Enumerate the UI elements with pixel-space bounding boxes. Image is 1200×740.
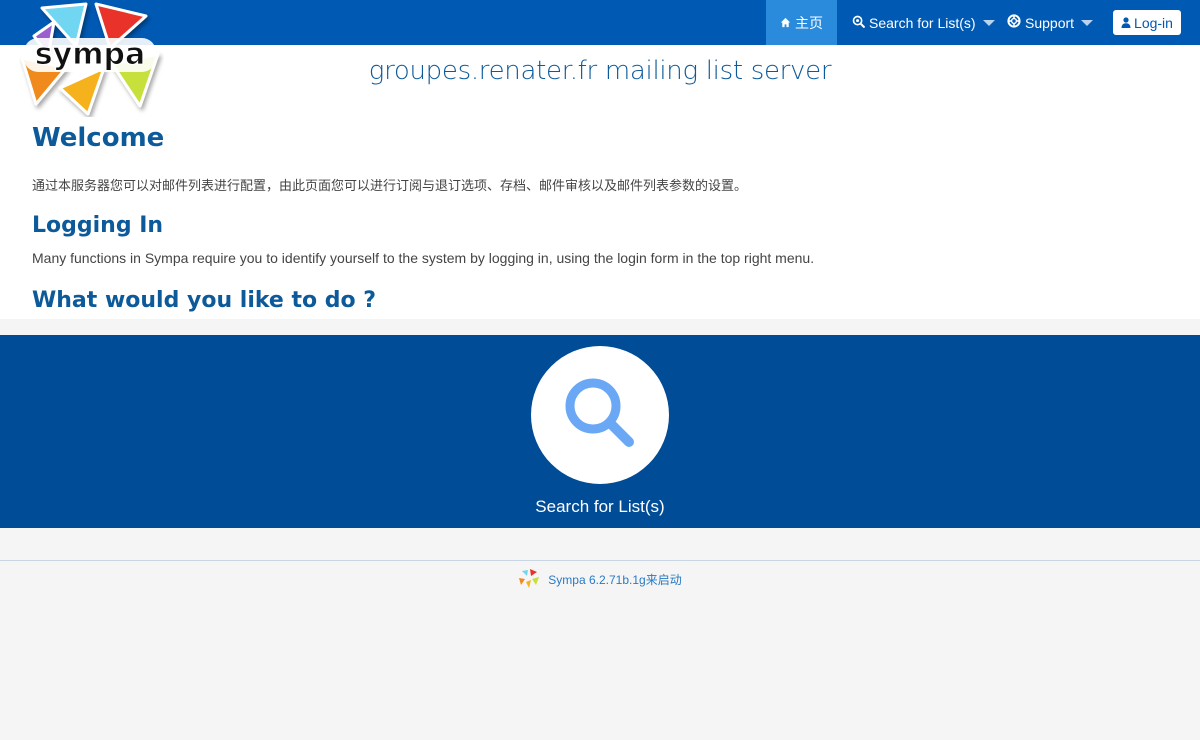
search-lists-action-button[interactable] [531,346,669,484]
logging-in-heading: Logging In [32,213,164,238]
search-icon [560,373,640,458]
login-button-label: Log-in [1134,14,1173,31]
site-title: groupes.renater.fr mailing list server [368,56,832,86]
welcome-heading: Welcome [32,123,165,153]
login-button[interactable]: Log-in [1113,10,1181,35]
nav-search-label: Search for List(s) [869,14,976,31]
chevron-down-icon [1081,19,1094,26]
footer-divider [0,560,1200,561]
what-to-do-heading: What would you like to do ? [32,288,377,313]
action-band: Search for List(s) [0,335,1200,528]
logo-wordmark: sympa [35,37,145,72]
search-lists-action-label[interactable]: Search for List(s) [0,497,1200,517]
top-navbar: 主页 Search for List(s) Support Log-in [0,0,1200,45]
sympa-small-logo-icon [518,568,540,590]
welcome-text: 通过本服务器您可以对邮件列表进行配置，由此页面您可以进行订阅与退订选项、存档、邮… [32,178,748,193]
nav-search-menu[interactable]: Search for List(s) [852,0,995,45]
home-icon [780,15,791,31]
main-content: groupes.renater.fr mailing list server W… [0,45,1200,319]
nav-support-label: Support [1025,14,1075,31]
footer-sympa-link[interactable]: Sympa 6.2.71b.1g来启动 [548,571,681,588]
nav-home-label: 主页 [795,14,823,31]
chevron-down-icon [982,19,995,26]
sympa-logo[interactable]: sympa [14,2,164,117]
logging-in-text: Many functions in Sympa require you to i… [32,250,815,266]
nav-support-menu[interactable]: Support [1007,0,1094,45]
user-icon [1121,15,1131,31]
lifebuoy-icon [1007,14,1021,31]
search-icon [852,15,865,31]
footer: Sympa 6.2.71b.1g来启动 [0,568,1200,590]
nav-home-tab[interactable]: 主页 [766,0,837,45]
